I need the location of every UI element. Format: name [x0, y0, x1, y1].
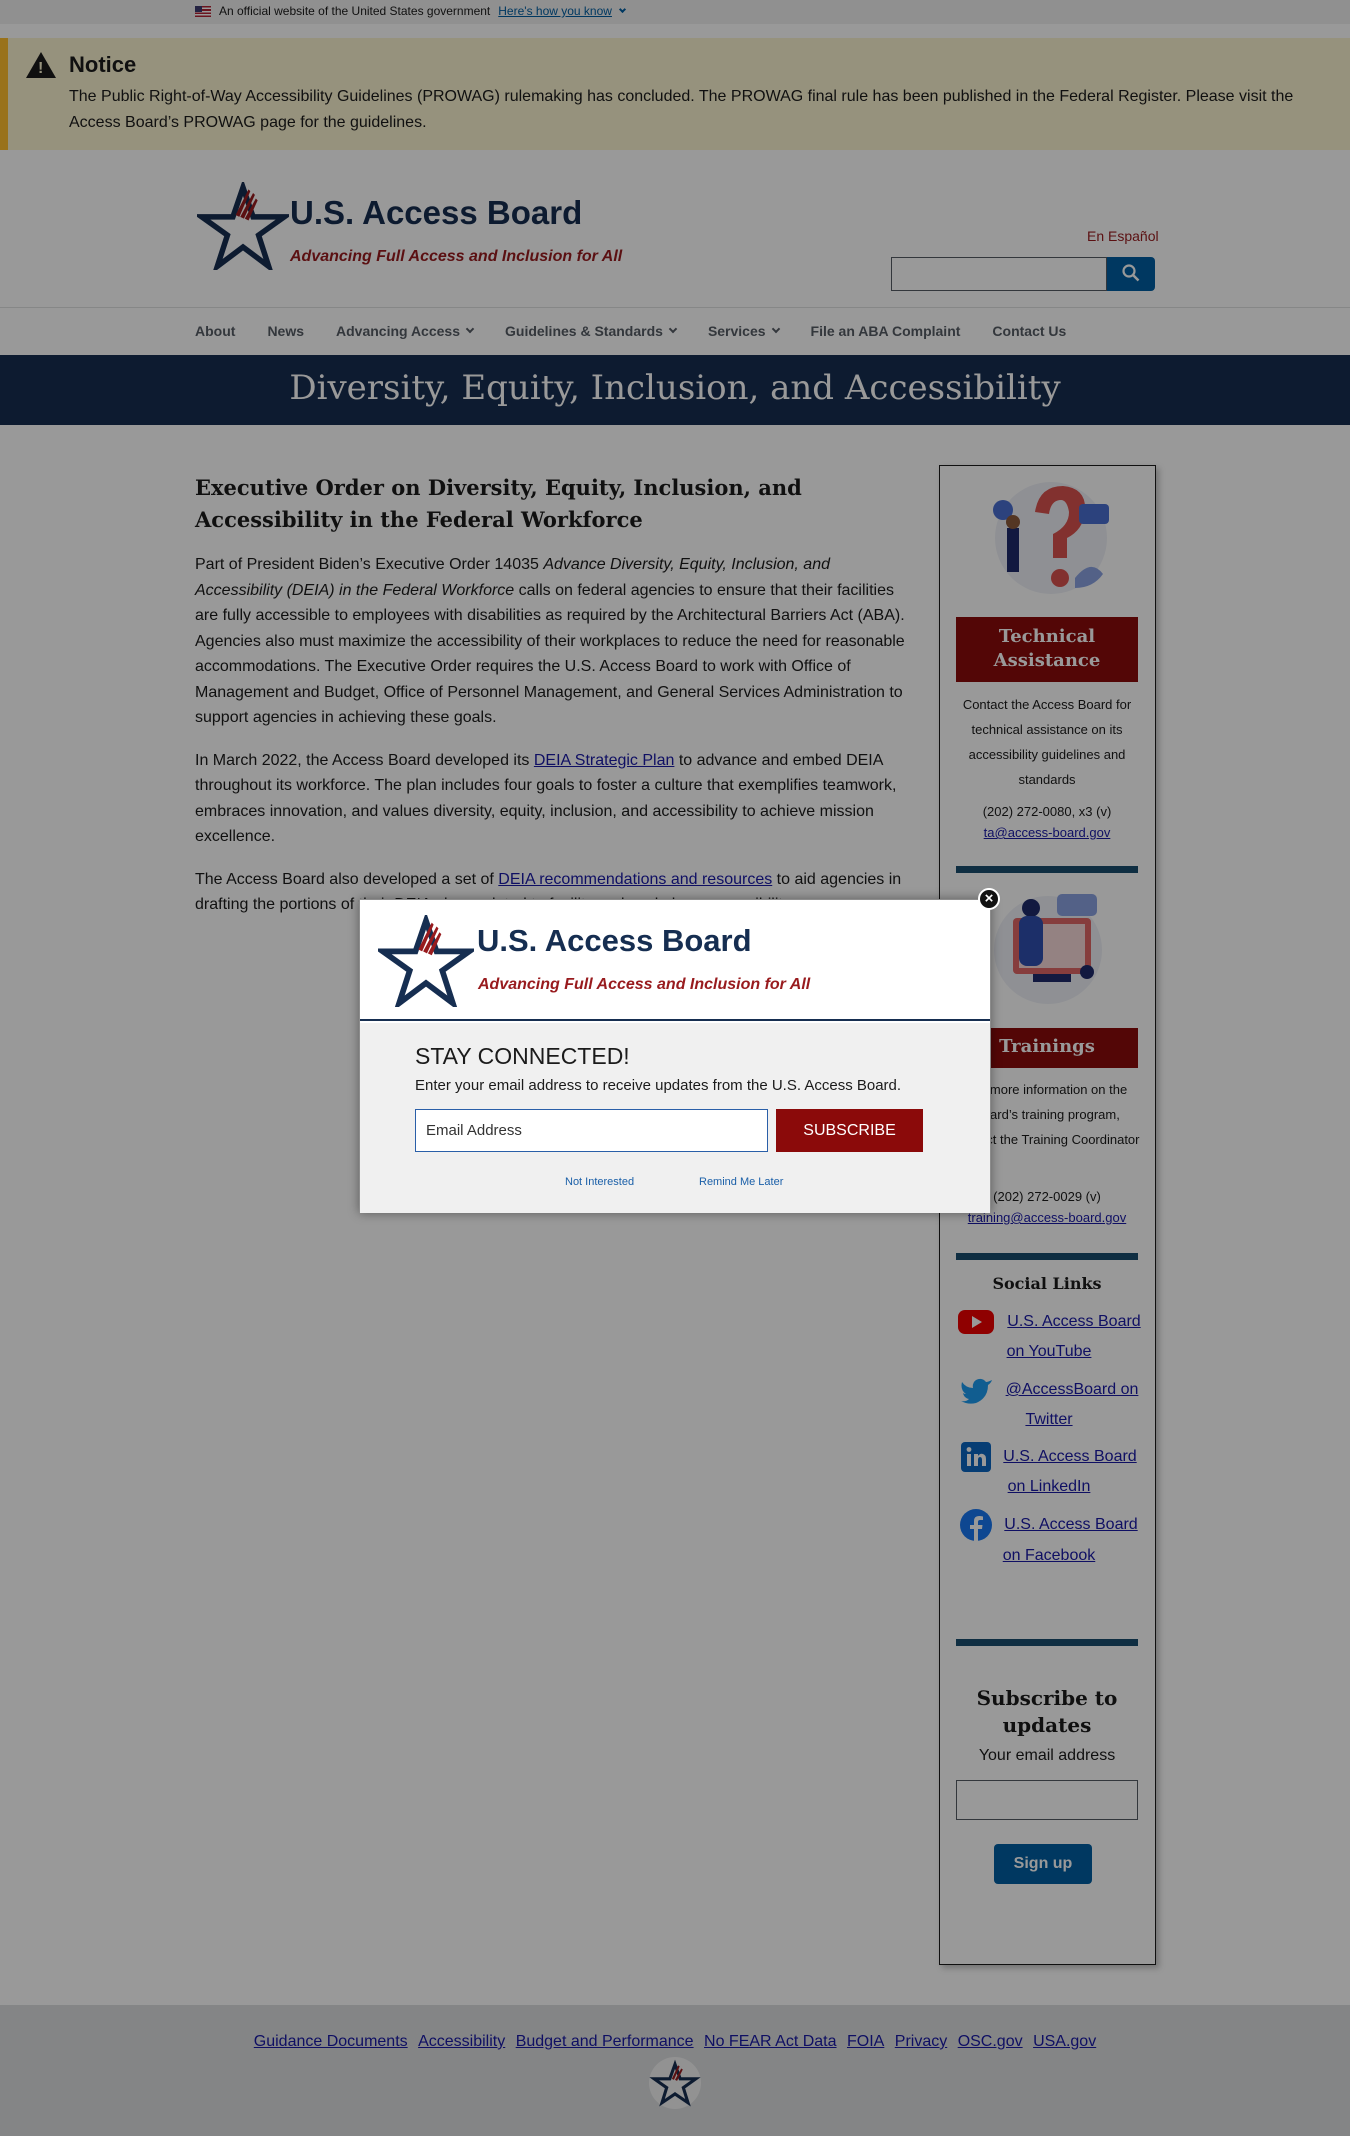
subscribe-button[interactable]: SUBSCRIBE [776, 1109, 923, 1152]
remind-me-later-link[interactable]: Remind Me Later [699, 1176, 783, 1188]
access-board-star-logo [378, 915, 474, 1007]
close-icon[interactable]: × [978, 888, 1000, 910]
stay-connected-heading: STAY CONNECTED! [415, 1043, 630, 1069]
modal-header: U.S. Access Board Advancing Full Access … [360, 900, 990, 1021]
not-interested-link[interactable]: Not Interested [565, 1176, 634, 1188]
stay-connected-modal: U.S. Access Board Advancing Full Access … [359, 899, 991, 1213]
modal-tagline: Advancing Full Access and Inclusion for … [478, 976, 811, 993]
modal-body: STAY CONNECTED! Enter your email address… [360, 1023, 990, 1213]
modal-title: U.S. Access Board [477, 923, 752, 958]
stay-connected-description: Enter your email address to receive upda… [415, 1077, 902, 1094]
modal-email-input[interactable]: Email Address [415, 1109, 768, 1152]
